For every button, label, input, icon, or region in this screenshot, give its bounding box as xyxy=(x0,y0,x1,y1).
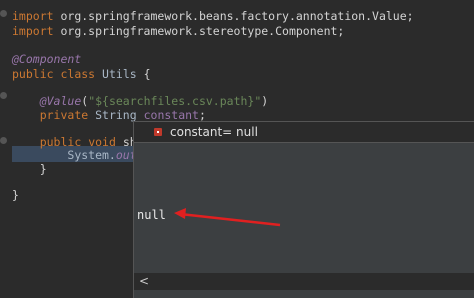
code-line-1: import org.springframework.beans.factory… xyxy=(12,9,414,23)
inspect-tree-row[interactable]: constant= null xyxy=(134,122,474,143)
code-line-3: @Component xyxy=(12,52,82,66)
fold-marker[interactable] xyxy=(0,10,7,17)
scroll-left-button[interactable]: < xyxy=(139,273,149,290)
horizontal-scrollbar[interactable]: < xyxy=(134,273,474,290)
arrow-shaft xyxy=(179,212,281,227)
variable-value-text: null xyxy=(137,208,166,222)
private-field-icon xyxy=(154,128,162,136)
red-annotation-arrow xyxy=(174,208,281,227)
code-line-9: } xyxy=(39,162,47,176)
fold-marker[interactable] xyxy=(0,92,7,99)
code-line-10: } xyxy=(12,188,19,202)
variable-label: constant= null xyxy=(170,125,258,139)
code-line-2: import org.springframework.stereotype.Co… xyxy=(12,24,345,38)
fold-marker[interactable] xyxy=(0,137,7,144)
code-line-4: public class Utils { xyxy=(12,67,151,81)
arrow-head xyxy=(174,208,186,219)
